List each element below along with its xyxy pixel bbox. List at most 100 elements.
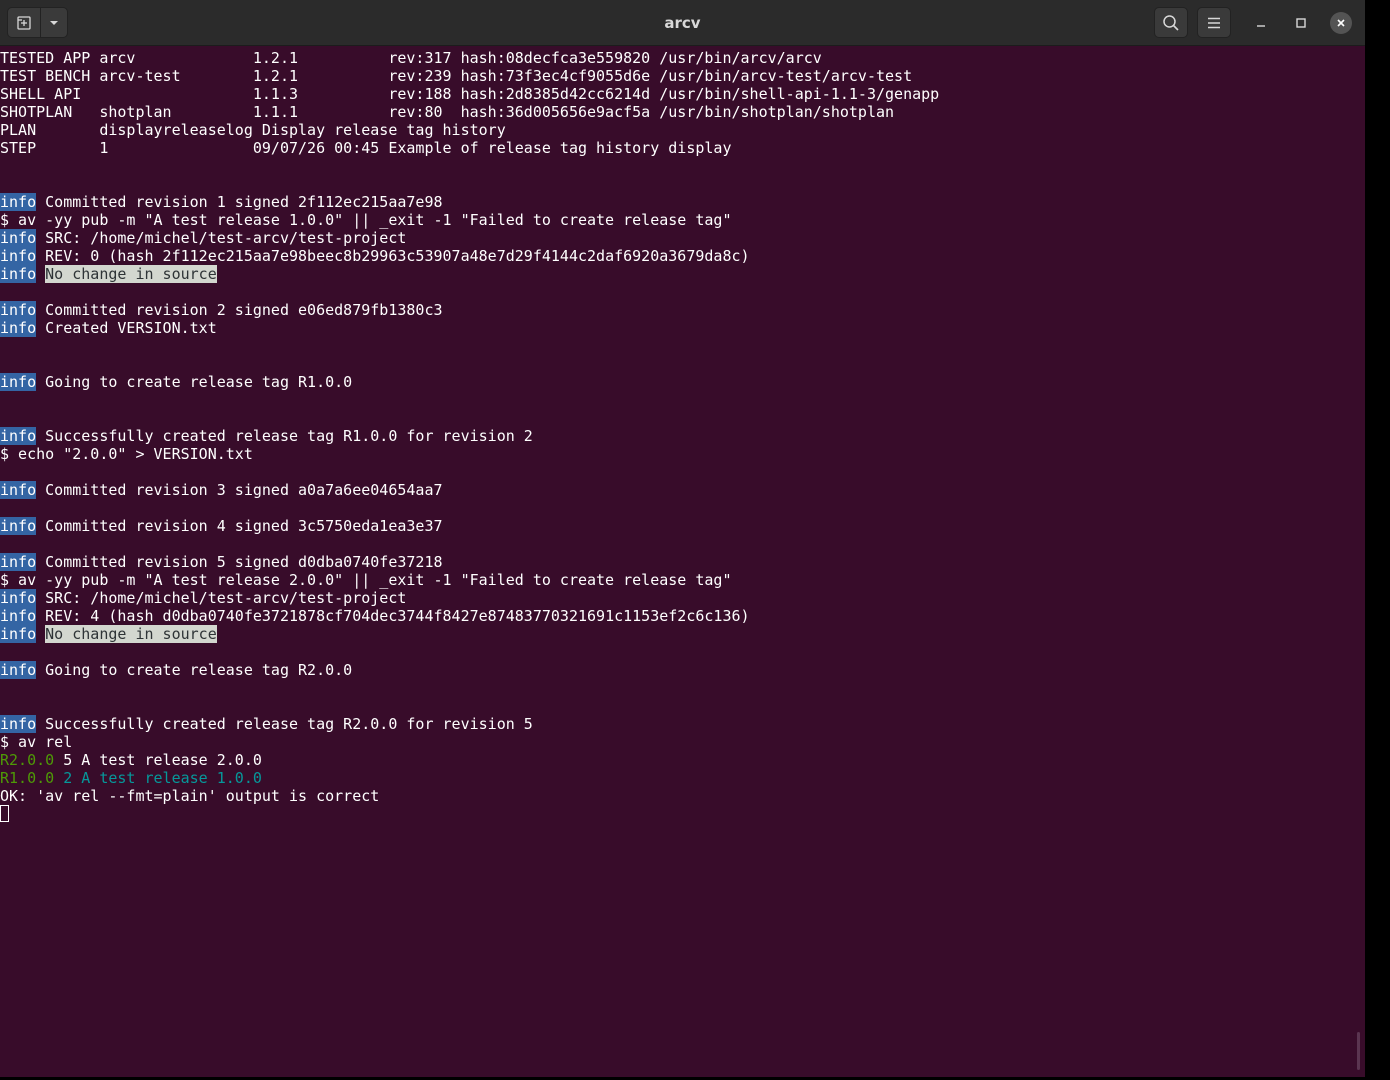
terminal-line: info Committed revision 4 signed 3c5750e…	[0, 517, 1352, 535]
terminal-line: info Successfully created release tag R1…	[0, 427, 1352, 445]
terminal-line: $ av -yy pub -m "A test release 1.0.0" |…	[0, 211, 1352, 229]
terminal-text: $ av -yy pub -m "A test release 1.0.0" |…	[0, 211, 732, 229]
release-tag-name: R1.0.0	[0, 769, 55, 787]
terminal-line: SHOTPLAN shotplan 1.1.1 rev:80 hash:36d0…	[0, 103, 1352, 121]
info-tag: info	[0, 229, 37, 247]
terminal-line: OK: 'av rel --fmt=plain' output is corre…	[0, 787, 1352, 805]
terminal-line: info Successfully created release tag R2…	[0, 715, 1352, 733]
terminal-text: Committed revision 5 signed d0dba0740fe3…	[36, 553, 443, 571]
highlighted-text: No change in source	[45, 625, 217, 643]
terminal-line: $ echo "2.0.0" > VERSION.txt	[0, 445, 1352, 463]
terminal-line: SHELL API 1.1.3 rev:188 hash:2d8385d42cc…	[0, 85, 1352, 103]
terminal-text: Committed revision 2 signed e06ed879fb13…	[36, 301, 443, 319]
scrollbar-thumb[interactable]	[1357, 1032, 1360, 1070]
terminal-text: TESTED APP arcv 1.2.1 rev:317 hash:08dec…	[0, 49, 822, 67]
terminal-text: SHELL API 1.1.3 rev:188 hash:2d8385d42cc…	[0, 85, 940, 103]
terminal-text: 5 A test release 2.0.0	[54, 751, 262, 769]
terminal-line: info SRC: /home/michel/test-arcv/test-pr…	[0, 229, 1352, 247]
menu-button[interactable]	[1197, 7, 1231, 38]
info-tag: info	[0, 481, 37, 499]
close-icon	[1337, 19, 1345, 27]
terminal-line: info REV: 0 (hash 2f112ec215aa7e98beec8b…	[0, 247, 1352, 265]
info-tag: info	[0, 265, 37, 283]
terminal-line: $ av rel	[0, 733, 1352, 751]
terminal-line: STEP 1 09/07/26 00:45 Example of release…	[0, 139, 1352, 157]
terminal-cursor	[0, 805, 9, 822]
terminal-line: info No change in source	[0, 265, 1352, 283]
terminal-text: STEP 1 09/07/26 00:45 Example of release…	[0, 139, 732, 157]
minimize-button[interactable]	[1250, 12, 1272, 34]
terminal-text: Going to create release tag R1.0.0	[36, 373, 353, 391]
terminal-line: info Going to create release tag R1.0.0	[0, 373, 1352, 391]
info-tag: info	[0, 589, 37, 607]
new-tab-button-group	[7, 7, 68, 38]
terminal-line: info Committed revision 3 signed a0a7a6e…	[0, 481, 1352, 499]
terminal-line: TESTED APP arcv 1.2.1 rev:317 hash:08dec…	[0, 49, 1352, 67]
release-tag-name: R2.0.0	[0, 751, 55, 769]
info-tag: info	[0, 373, 37, 391]
info-tag: info	[0, 319, 37, 337]
terminal-text: SRC: /home/michel/test-arcv/test-project	[36, 589, 407, 607]
info-tag: info	[0, 193, 37, 211]
close-button[interactable]	[1330, 12, 1352, 34]
new-tab-button[interactable]	[8, 8, 40, 37]
terminal-line: info SRC: /home/michel/test-arcv/test-pr…	[0, 589, 1352, 607]
terminal-text: Going to create release tag R2.0.0	[36, 661, 353, 679]
info-tag: info	[0, 553, 37, 571]
hamburger-menu-icon	[1208, 17, 1220, 28]
terminal-text: TEST BENCH arcv-test 1.2.1 rev:239 hash:…	[0, 67, 913, 85]
new-tab-icon	[17, 15, 31, 30]
terminal-text: Committed revision 3 signed a0a7a6ee0465…	[36, 481, 443, 499]
terminal-scrollbar[interactable]	[1352, 47, 1365, 1077]
terminal-output[interactable]: TESTED APP arcv 1.2.1 rev:317 hash:08dec…	[0, 49, 1352, 1077]
highlighted-text: No change in source	[45, 265, 217, 283]
search-button[interactable]	[1154, 7, 1188, 38]
terminal-line: PLAN displayreleaselog Display release t…	[0, 121, 1352, 139]
info-tag: info	[0, 301, 37, 319]
chevron-down-icon	[49, 20, 58, 25]
info-tag: info	[0, 517, 37, 535]
info-tag: info	[0, 607, 37, 625]
terminal-line: $ av -yy pub -m "A test release 2.0.0" |…	[0, 571, 1352, 589]
info-tag: info	[0, 427, 37, 445]
terminal-text: Successfully created release tag R2.0.0 …	[36, 715, 533, 733]
terminal-line: info No change in source	[0, 625, 1352, 643]
terminal-line: R2.0.0 5 A test release 2.0.0	[0, 751, 1352, 769]
maximize-button[interactable]	[1290, 12, 1312, 34]
terminal-line: info Committed revision 1 signed 2f112ec…	[0, 193, 1352, 211]
terminal-text: REV: 0 (hash 2f112ec215aa7e98beec8b29963…	[36, 247, 750, 265]
new-tab-dropdown-button[interactable]	[41, 8, 67, 37]
search-icon	[1163, 14, 1179, 31]
info-tag: info	[0, 715, 37, 733]
terminal-line	[0, 805, 1352, 823]
terminal-line: info REV: 4 (hash d0dba0740fe3721878cf70…	[0, 607, 1352, 625]
terminal-text: $ echo "2.0.0" > VERSION.txt	[0, 445, 253, 463]
terminal-text: Created VERSION.txt	[36, 319, 217, 337]
terminal-text: Committed revision 4 signed 3c5750eda1ea…	[36, 517, 443, 535]
terminal-line: R1.0.0 2 A test release 1.0.0	[0, 769, 1352, 787]
minimize-icon	[1257, 25, 1265, 27]
terminal-text: Committed revision 1 signed 2f112ec215aa…	[36, 193, 443, 211]
terminal-line: info Committed revision 2 signed e06ed87…	[0, 301, 1352, 319]
info-tag: info	[0, 625, 37, 643]
maximize-icon	[1296, 18, 1306, 28]
terminal-line: info Committed revision 5 signed d0dba07…	[0, 553, 1352, 571]
info-tag: info	[0, 661, 37, 679]
title-bar: arcv	[0, 0, 1365, 46]
terminal-text: SRC: /home/michel/test-arcv/test-project	[36, 229, 407, 247]
terminal-text: Successfully created release tag R1.0.0 …	[36, 427, 533, 445]
